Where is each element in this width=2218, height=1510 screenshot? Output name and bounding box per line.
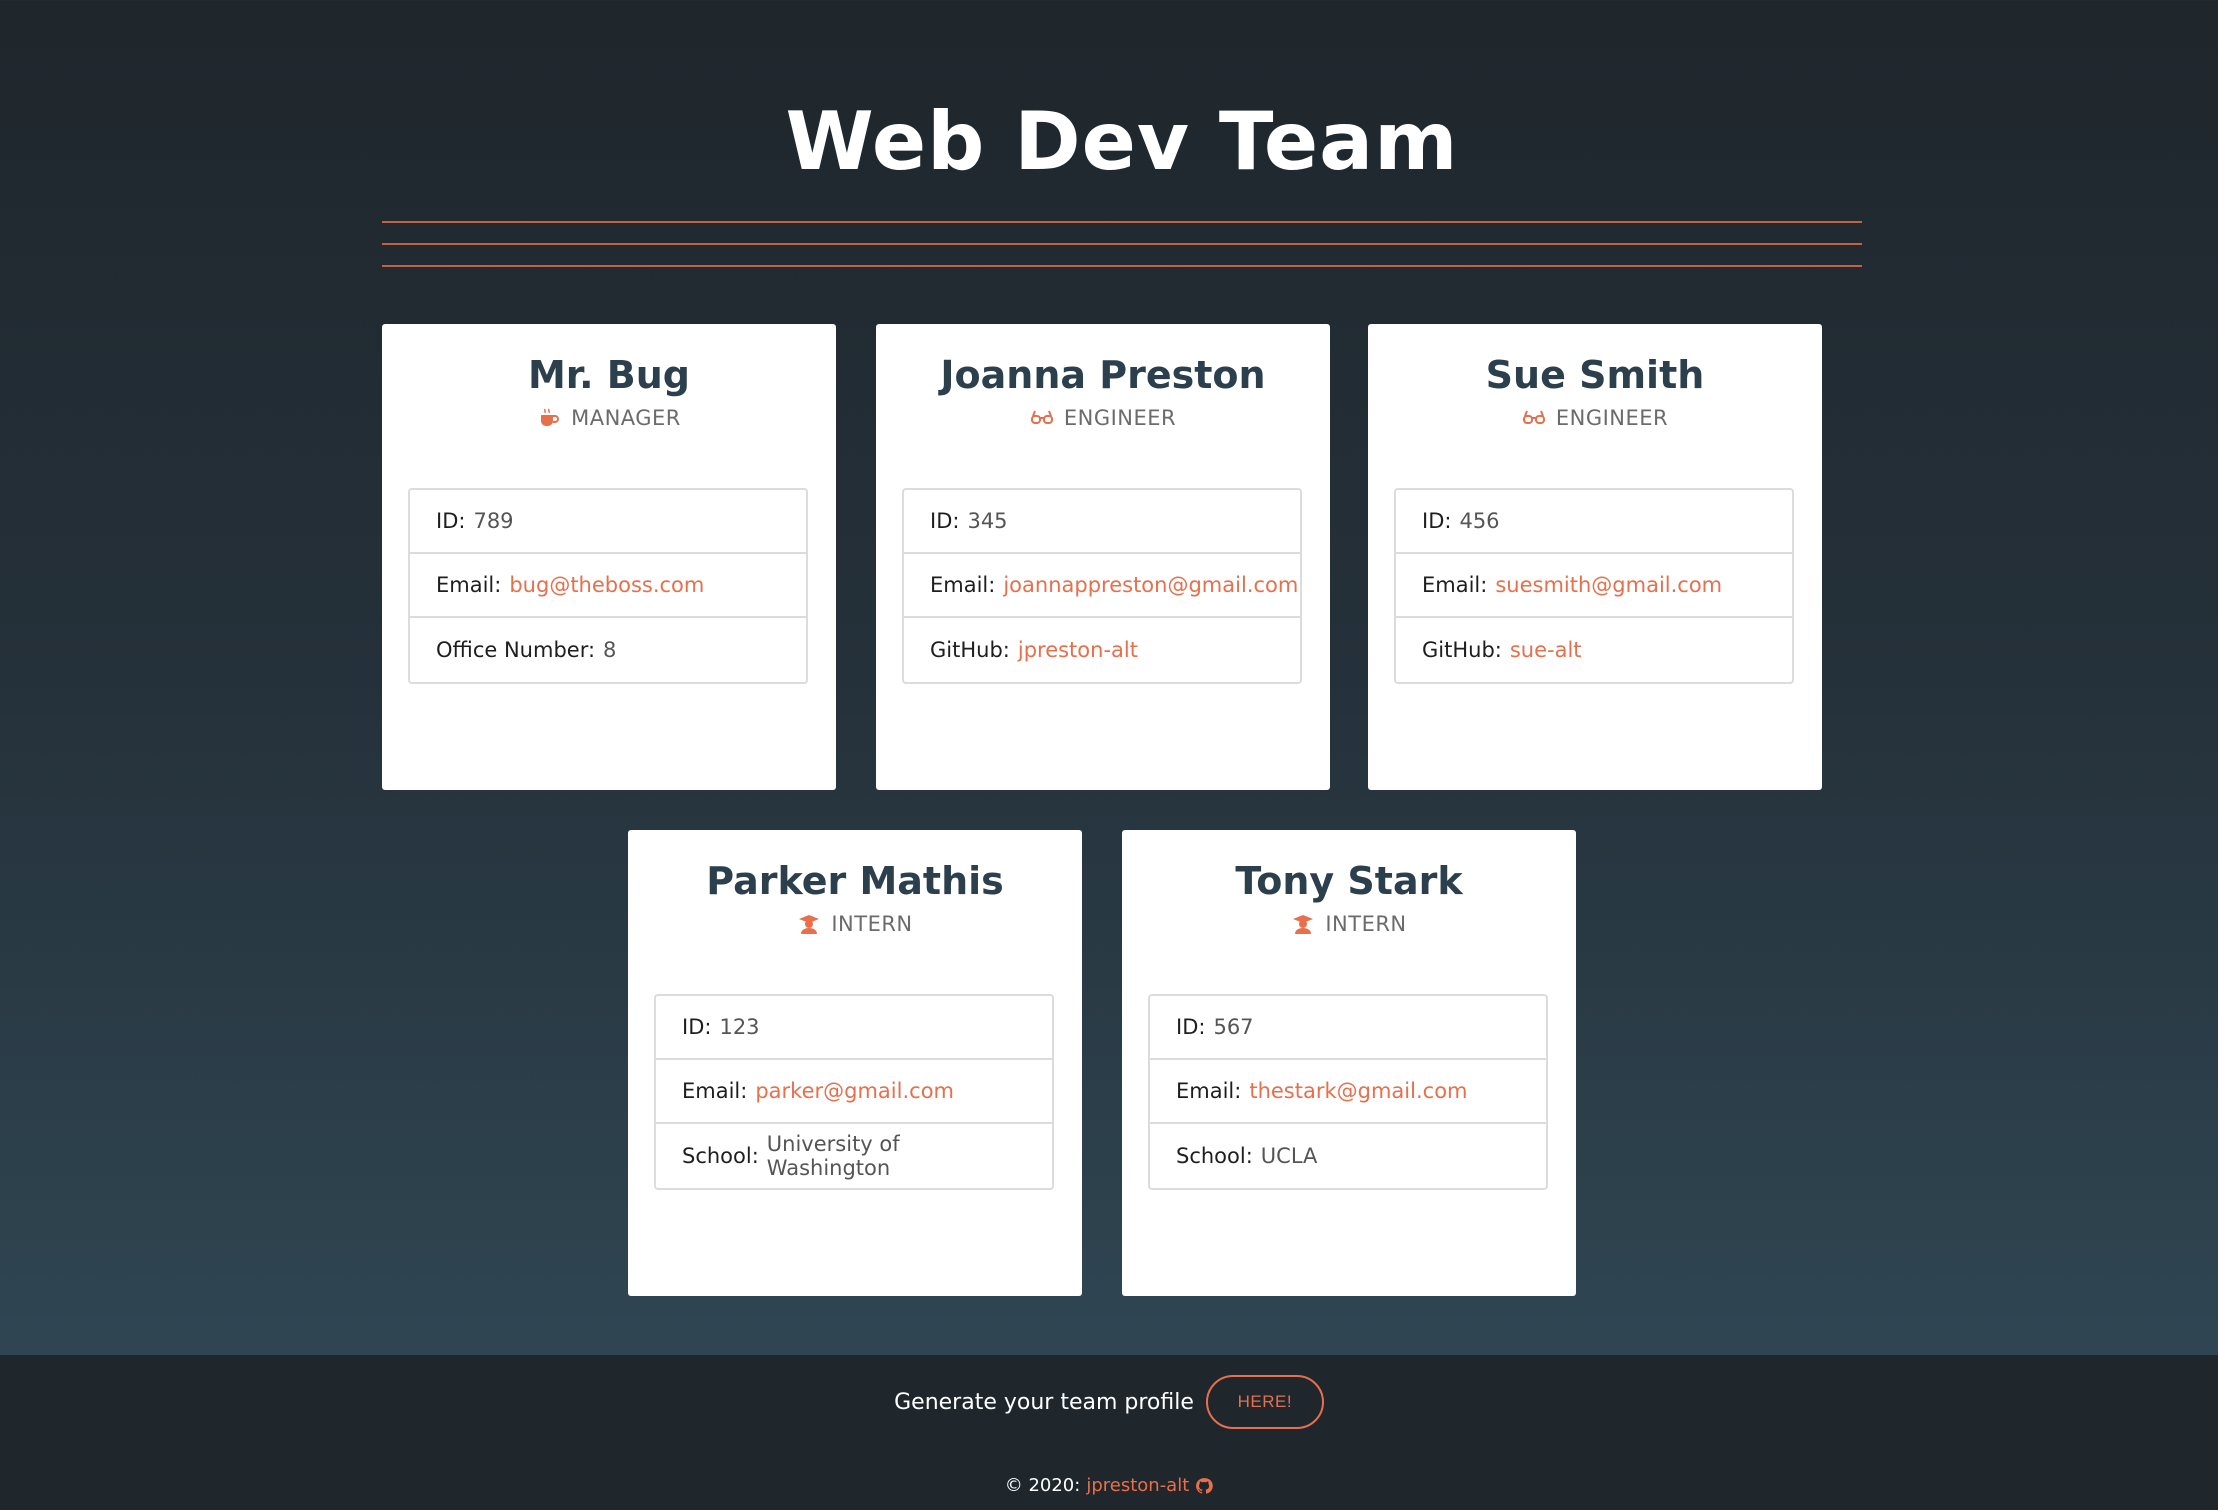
footer: Generate your team profile HERE! © 2020:…	[0, 1355, 2218, 1510]
member-info-list: ID: 567 Email: thestark@gmail.com School…	[1148, 994, 1548, 1190]
email-link[interactable]: joannappreston@gmail.com	[1003, 573, 1298, 597]
member-email-row: Email: parker@gmail.com	[656, 1060, 1052, 1124]
email-link[interactable]: thestark@gmail.com	[1249, 1079, 1467, 1103]
team-member-card: Tony Stark INTERN ID: 567 Email: thestar…	[1122, 830, 1576, 1296]
member-role-label: INTERN	[1325, 912, 1407, 936]
page-title: Web Dev Team	[785, 95, 1459, 188]
member-id-row: ID: 456	[1396, 490, 1792, 554]
team-member-card: Joanna Preston ENGINEER ID: 345 Email: j…	[876, 324, 1330, 790]
divider-line	[382, 243, 1862, 245]
member-email-row: Email: thestark@gmail.com	[1150, 1060, 1546, 1124]
member-role-label: INTERN	[831, 912, 913, 936]
github-icon[interactable]	[1195, 1477, 1214, 1495]
github-link[interactable]: sue-alt	[1510, 638, 1582, 662]
team-member-card: Mr. Bug MANAGER ID: 789 Email: bug@thebo…	[382, 324, 836, 790]
school-label: School:	[682, 1144, 759, 1168]
id-label: ID:	[1422, 509, 1452, 533]
member-school-row: School: University of Washington	[656, 1124, 1052, 1188]
email-label: Email:	[1176, 1079, 1242, 1103]
member-info-list: ID: 345 Email: joannappreston@gmail.com …	[902, 488, 1302, 684]
member-info-list: ID: 789 Email: bug@theboss.com Office Nu…	[408, 488, 808, 684]
id-value: 123	[719, 1015, 760, 1039]
member-role-label: ENGINEER	[1555, 406, 1669, 430]
member-github-row: GitHub: sue-alt	[1396, 618, 1792, 682]
email-link[interactable]: bug@theboss.com	[509, 573, 704, 597]
school-value: UCLA	[1260, 1144, 1318, 1168]
member-email-row: Email: joannappreston@gmail.com	[904, 554, 1300, 618]
member-role: INTERN	[1122, 912, 1576, 936]
id-value: 789	[473, 509, 514, 533]
copyright-text: © 2020:	[1004, 1475, 1081, 1496]
coffee-icon	[537, 406, 561, 430]
school-value: University of Washington	[766, 1132, 900, 1180]
id-value: 456	[1459, 509, 1500, 533]
email-link[interactable]: parker@gmail.com	[755, 1079, 954, 1103]
member-role: MANAGER	[382, 406, 836, 430]
email-label: Email:	[682, 1079, 748, 1103]
member-name: Tony Stark	[1235, 859, 1463, 903]
school-label: School:	[1176, 1144, 1253, 1168]
member-email-row: Email: bug@theboss.com	[410, 554, 806, 618]
github-label: GitHub:	[1422, 638, 1502, 662]
id-label: ID:	[682, 1015, 712, 1039]
member-email-row: Email: suesmith@gmail.com	[1396, 554, 1792, 618]
member-name: Mr. Bug	[527, 353, 691, 397]
divider-line	[382, 221, 1862, 223]
author-link[interactable]: jpreston-alt	[1086, 1475, 1189, 1496]
graduate-icon	[797, 912, 821, 936]
generate-row: Generate your team profile HERE!	[0, 1375, 2218, 1429]
member-name: Parker Mathis	[706, 859, 1004, 903]
email-link[interactable]: suesmith@gmail.com	[1495, 573, 1722, 597]
member-id-row: ID: 789	[410, 490, 806, 554]
member-school-row: School: UCLA	[1150, 1124, 1546, 1188]
generate-prompt: Generate your team profile	[894, 1389, 1194, 1415]
id-label: ID:	[436, 509, 466, 533]
divider-line	[382, 265, 1862, 267]
id-value: 567	[1213, 1015, 1254, 1039]
glasses-icon	[1522, 406, 1546, 430]
member-name: Joanna Preston	[940, 353, 1266, 397]
office-number-label: Office Number:	[436, 638, 596, 662]
github-link[interactable]: jpreston-alt	[1018, 638, 1138, 662]
member-github-row: GitHub: jpreston-alt	[904, 618, 1300, 682]
member-name: Sue Smith	[1485, 353, 1705, 397]
member-info-list: ID: 123 Email: parker@gmail.com School: …	[654, 994, 1054, 1190]
id-value: 345	[967, 509, 1008, 533]
here-button[interactable]: HERE!	[1205, 1375, 1324, 1429]
team-member-card: Sue Smith ENGINEER ID: 456 Email: suesmi…	[1368, 324, 1822, 790]
glasses-icon	[1030, 406, 1054, 430]
member-role: ENGINEER	[1368, 406, 1822, 430]
email-label: Email:	[1422, 573, 1488, 597]
github-label: GitHub:	[930, 638, 1010, 662]
id-label: ID:	[930, 509, 960, 533]
member-role: ENGINEER	[876, 406, 1330, 430]
graduate-icon	[1291, 912, 1315, 936]
team-member-card: Parker Mathis INTERN ID: 123 Email: park…	[628, 830, 1082, 1296]
member-info-list: ID: 456 Email: suesmith@gmail.com GitHub…	[1394, 488, 1794, 684]
member-id-row: ID: 123	[656, 996, 1052, 1060]
member-id-row: ID: 567	[1150, 996, 1546, 1060]
office-number-value: 8	[603, 638, 617, 662]
member-role: INTERN	[628, 912, 1082, 936]
id-label: ID:	[1176, 1015, 1206, 1039]
copyright: © 2020: jpreston-alt	[0, 1475, 2218, 1496]
member-office-row: Office Number: 8	[410, 618, 806, 682]
member-id-row: ID: 345	[904, 490, 1300, 554]
email-label: Email:	[436, 573, 502, 597]
email-label: Email:	[930, 573, 996, 597]
member-role-label: MANAGER	[571, 406, 681, 430]
member-role-label: ENGINEER	[1063, 406, 1177, 430]
